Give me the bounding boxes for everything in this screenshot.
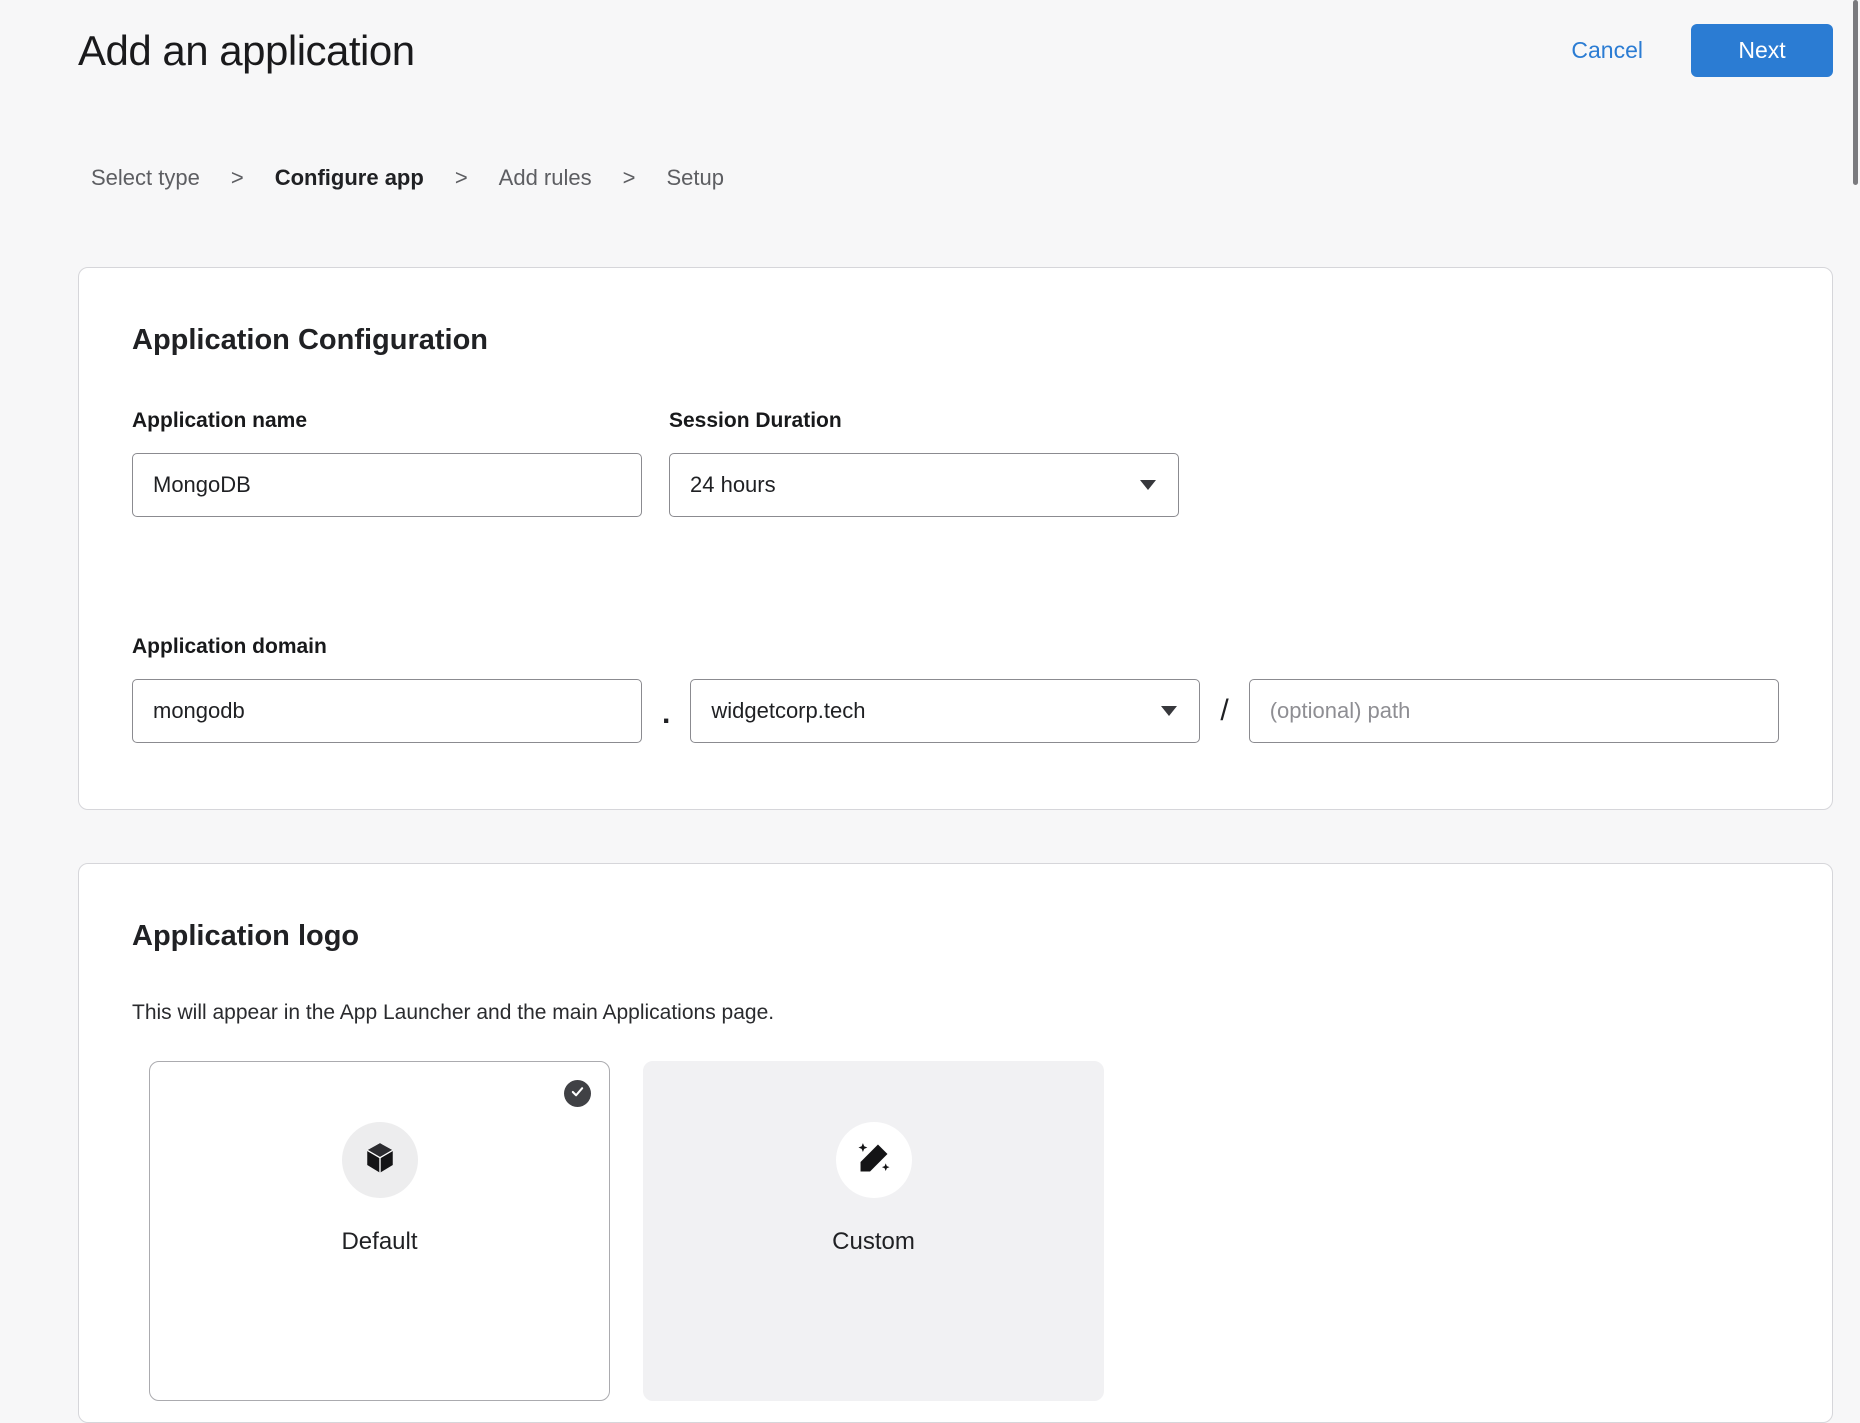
stepper-separator: > [623,165,636,191]
session-duration-select[interactable]: 24 hours [669,453,1179,517]
path-input[interactable] [1249,679,1779,743]
default-logo-circle [342,1122,418,1198]
stepper: Select type > Configure app > Add rules … [91,165,1860,191]
logo-option-label: Custom [832,1228,915,1256]
session-duration-value: 24 hours [690,472,776,498]
application-logo-description: This will appear in the App Launcher and… [132,1001,1779,1025]
stepper-separator: > [231,165,244,191]
stepper-step-setup[interactable]: Setup [666,165,724,191]
selected-check-badge [564,1080,591,1107]
cube-icon [362,1140,398,1181]
subdomain-input[interactable] [132,679,642,743]
application-name-input[interactable] [132,453,642,517]
domain-select[interactable]: widgetcorp.tech [690,679,1200,743]
header-actions: Cancel Next [1571,24,1833,77]
session-duration-field: Session Duration 24 hours [669,409,1179,517]
stepper-step-add-rules[interactable]: Add rules [499,165,592,191]
scrollbar-thumb[interactable] [1853,0,1858,185]
dot-separator: . [662,697,670,743]
header: Add an application Cancel Next [0,0,1860,77]
stepper-step-configure-app[interactable]: Configure app [275,165,424,191]
chevron-down-icon [1140,480,1156,490]
custom-logo-circle [836,1122,912,1198]
domain-select-value: widgetcorp.tech [711,698,865,724]
application-name-field: Application name [132,409,642,517]
application-logo-card: Application logo This will appear in the… [78,863,1833,1423]
logo-options: Default Custom [149,1061,1779,1401]
stepper-separator: > [455,165,468,191]
application-logo-title: Application logo [132,920,1779,953]
application-name-label: Application name [132,409,642,433]
logo-option-custom[interactable]: Custom [643,1061,1104,1401]
stepper-step-select-type[interactable]: Select type [91,165,200,191]
application-domain-row: . widgetcorp.tech / [132,679,1779,743]
application-domain-label: Application domain [132,635,1779,659]
page: { "colors": { "accent_blue": "#2b7cd3", … [0,0,1860,1256]
next-button[interactable]: Next [1691,24,1833,77]
page-title: Add an application [78,27,415,75]
logo-option-default[interactable]: Default [149,1061,610,1401]
session-duration-label: Session Duration [669,409,1179,433]
logo-option-label: Default [341,1228,417,1256]
application-configuration-title: Application Configuration [132,324,1779,357]
name-session-row: Application name Session Duration 24 hou… [132,409,1779,517]
application-domain-field: Application domain . widgetcorp.tech / [132,635,1779,743]
paintbrush-icon [855,1139,893,1182]
chevron-down-icon [1161,706,1177,716]
cancel-button[interactable]: Cancel [1571,37,1643,64]
slash-separator: / [1220,694,1228,728]
application-configuration-card: Application Configuration Application na… [78,267,1833,810]
check-icon [570,1084,585,1104]
